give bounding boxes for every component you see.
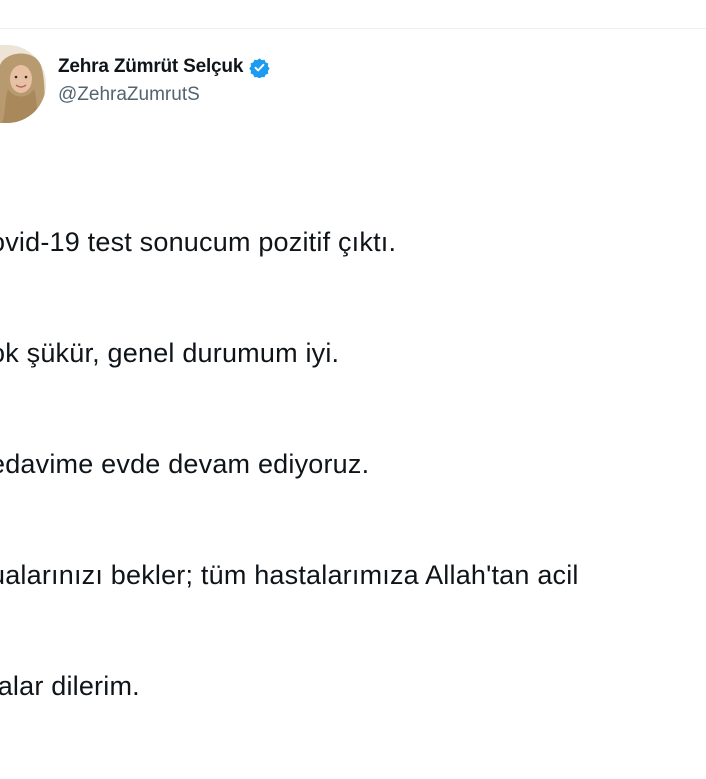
author-name[interactable]: Zehra Zümrüt Selçuk xyxy=(58,56,243,78)
author-name-row: Zehra Zümrüt Selçuk xyxy=(58,56,270,79)
verified-badge-icon xyxy=(249,57,270,79)
divider xyxy=(0,28,706,29)
tweet-card: Zehra Zümrüt Selçuk @ZehraZumrutS ovid-1… xyxy=(0,0,706,701)
tweet-text-line: falar dilerim. xyxy=(0,671,140,701)
tweet-text-line: ualarınızı bekler; tüm hastalarımıza All… xyxy=(0,560,579,590)
tweet-text-line: ovid-19 test sonucum pozitif çıktı. xyxy=(0,227,397,257)
author-handle[interactable]: @ZehraZumrutS xyxy=(58,84,270,106)
tweet-text-line: ok şükür, genel durumum iyi. xyxy=(0,338,340,368)
avatar[interactable] xyxy=(0,45,46,123)
author-block: Zehra Zümrüt Selçuk @ZehraZumrutS xyxy=(58,56,270,106)
tweet-text-line: edavime evde devam ediyoruz. xyxy=(0,449,370,479)
tweet-text: ovid-19 test sonucum pozitif çıktı. ok ş… xyxy=(0,150,706,779)
